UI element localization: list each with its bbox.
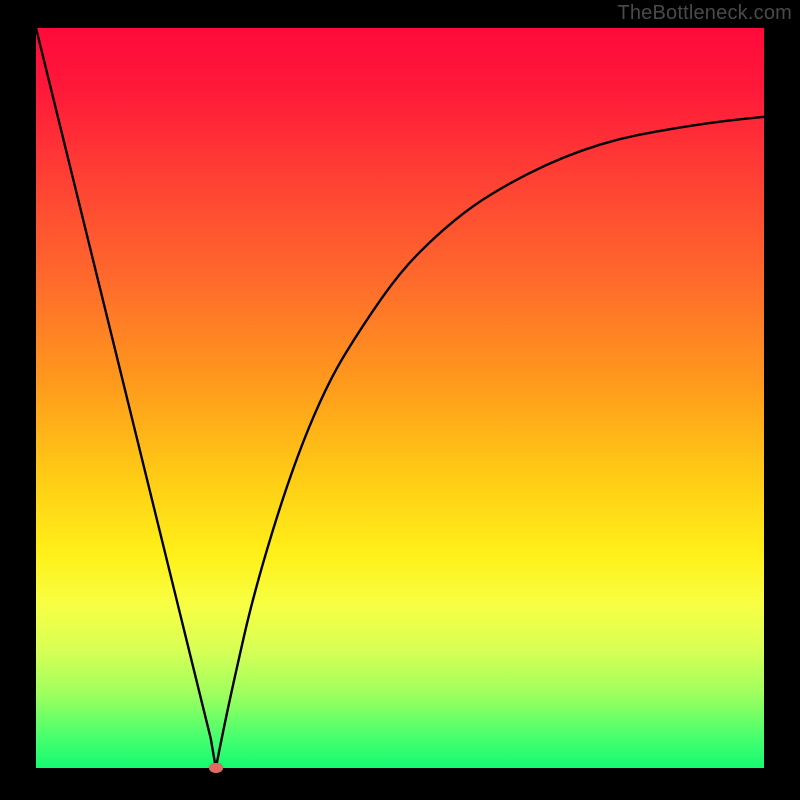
bottleneck-curve [36, 28, 764, 768]
watermark-text: TheBottleneck.com [617, 2, 792, 25]
minimum-marker-icon [209, 763, 223, 773]
chart-frame: TheBottleneck.com [0, 0, 800, 800]
plot-area [36, 28, 764, 768]
